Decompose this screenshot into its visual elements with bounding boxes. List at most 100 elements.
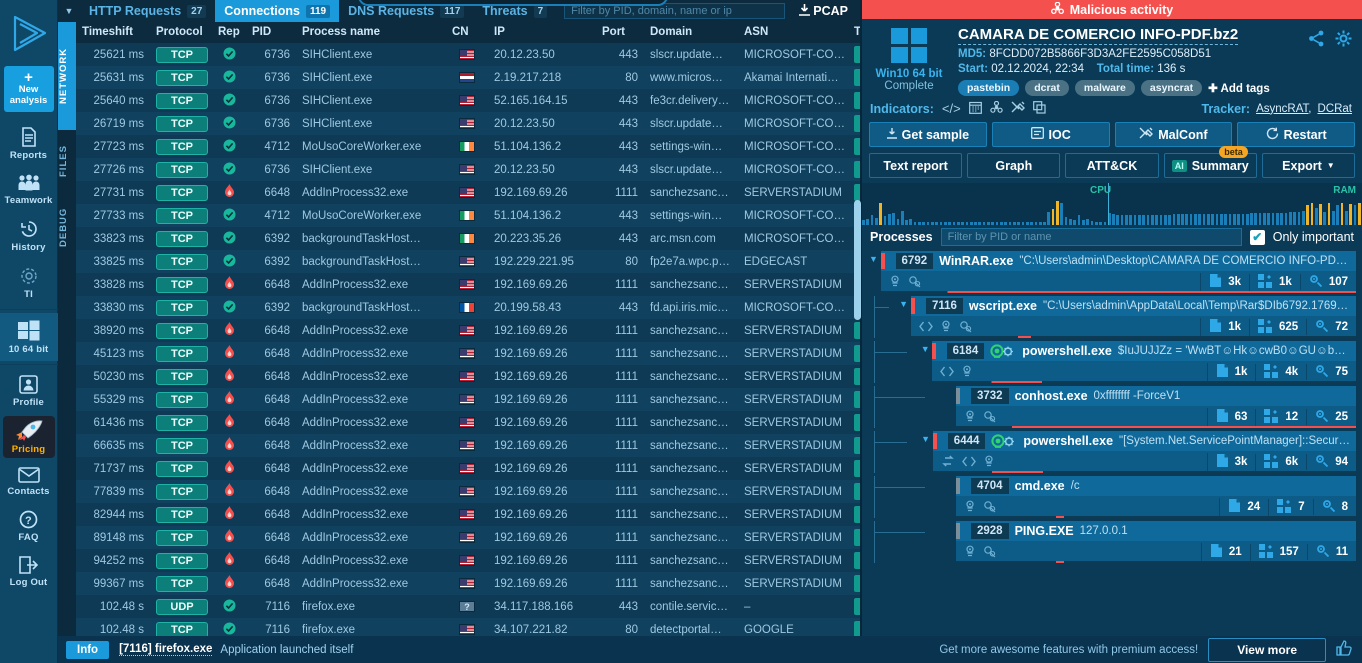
restart-button[interactable]: Restart (1237, 122, 1355, 147)
tag-pastebin[interactable]: pastebin (958, 80, 1020, 96)
process-header[interactable]: 4704 cmd.exe/c (956, 476, 1356, 496)
table-row[interactable]: 45123 ms TCP 6648 AddInProcess32.exe 192.169… (76, 342, 860, 365)
status-process-link[interactable]: [7116] firefox.exe (119, 643, 213, 656)
info-badge[interactable]: Info (66, 640, 110, 659)
code-icon[interactable]: </> (942, 102, 961, 115)
modules-icon[interactable] (908, 275, 921, 290)
table-row[interactable]: 38920 ms TCP 6648 AddInProcess32.exe 192.169… (76, 319, 860, 342)
table-row[interactable]: 33830 ms TCP 6392 backgroundTaskHost… 20.199… (76, 296, 860, 319)
summary-button[interactable]: beta AI Summary (1163, 146, 1257, 178)
view-more-button[interactable]: View more (1208, 637, 1326, 662)
table-row[interactable]: 27733 ms TCP 4712 MoUsoCoreWorker.exe 51.104… (76, 204, 860, 227)
sidebar-item-reports[interactable]: Reports (0, 120, 58, 167)
sidetab-files[interactable]: FILES (58, 130, 76, 192)
graph-button[interactable]: Graph (967, 153, 1061, 178)
tag-dcrat[interactable]: dcrat (1025, 80, 1069, 96)
registry-icon[interactable] (961, 365, 973, 380)
process-header[interactable]: 6444 powershell.exe "[System.Net.ServicePo… (933, 431, 1356, 451)
process-node[interactable]: 4704 cmd.exe/c 24 7 8 (866, 476, 1356, 518)
process-header[interactable]: 6792 WinRAR.exe "C:\Users\admin\Desktop\CA… (880, 251, 1356, 271)
table-row[interactable]: 33828 ms TCP 6648 AddInProcess32.exe 192.169… (76, 273, 860, 296)
code-icon[interactable] (962, 456, 977, 469)
col-pid[interactable]: PID (246, 22, 296, 43)
modules-icon[interactable] (983, 545, 996, 560)
sidetab-network[interactable]: NETWORK (58, 22, 76, 130)
col-ip[interactable]: IP (488, 22, 596, 43)
col-port[interactable]: Port (596, 22, 644, 43)
sidebar-item-ti[interactable]: TI (0, 259, 58, 306)
table-row[interactable]: 89148 ms TCP 6648 AddInProcess32.exe 192.169… (76, 526, 860, 549)
attack-button[interactable]: ATT&CK (1065, 153, 1159, 178)
registry-icon[interactable] (964, 410, 976, 425)
export-button[interactable]: Export ▼ (1261, 153, 1356, 178)
processes-filter-input[interactable] (940, 228, 1242, 246)
registry-icon[interactable] (964, 500, 976, 515)
registry-icon[interactable] (964, 545, 976, 560)
expand-caret-icon[interactable]: ▼ (918, 341, 932, 383)
expand-caret-icon[interactable]: ▼ (866, 251, 881, 293)
table-row[interactable]: 55329 ms TCP 6648 AddInProcess32.exe 192.169… (76, 388, 860, 411)
table-row[interactable]: 82944 ms TCP 6648 AddInProcess32.exe 192.169… (76, 503, 860, 526)
sidebar-item-pricing[interactable]: Pricing (2, 416, 55, 458)
col-protocol[interactable]: Protocol (150, 22, 212, 43)
process-node[interactable]: 3732 conhost.exe 0xffffffff -ForceV1 63 12 25 (866, 386, 1356, 428)
process-node[interactable]: 2928 PING.EXE 127.0.0.1 21 157 11 (866, 521, 1356, 563)
tab-connections[interactable]: Connections 119 (215, 0, 340, 22)
sidebar-item-teamwork[interactable]: Teamwork (0, 167, 58, 212)
col-cn[interactable]: CN (446, 22, 488, 43)
code-icon[interactable] (940, 366, 955, 379)
table-row[interactable]: 99367 ms TCP 6648 AddInProcess32.exe 192.169… (76, 572, 860, 595)
table-row[interactable]: 27726 ms TCP 6736 SIHClient.exe 20.12.23.50 4… (76, 158, 860, 181)
tag-asyncrat[interactable]: asyncrat (1140, 80, 1203, 96)
table-row[interactable]: 66635 ms TCP 6648 AddInProcess32.exe 192.169… (76, 434, 860, 457)
sample-name[interactable]: CAMARA DE COMERCIO INFO-PDF.bz2 (958, 26, 1239, 45)
table-row[interactable]: 27731 ms TCP 6648 AddInProcess32.exe 192.169… (76, 181, 860, 204)
modules-icon[interactable] (983, 410, 996, 425)
table-row[interactable]: 25631 ms TCP 6736 SIHClient.exe 2.19.217.218… (76, 66, 860, 89)
table-row[interactable]: 61436 ms TCP 6648 AddInProcess32.exe 192.169… (76, 411, 860, 434)
table-row[interactable]: 25621 ms TCP 6736 SIHClient.exe 20.12.23.50 4… (76, 43, 860, 66)
chevron-down-icon[interactable]: ▼ (58, 0, 80, 22)
process-node[interactable]: ▼ 6792 WinRAR.exe "C:\Users\admin\Desktop\C… (866, 251, 1356, 293)
tab-http-requests[interactable]: HTTP Requests 27 (80, 0, 216, 22)
process-header[interactable]: 2928 PING.EXE 127.0.0.1 (956, 521, 1356, 541)
text-report-button[interactable]: Text report (869, 153, 963, 178)
get-sample-button[interactable]: Get sample (869, 122, 987, 147)
process-node[interactable]: ▼ 6184 powershell.exe $IuJUJJZz = 'WwBT☺Hk☺… (866, 341, 1356, 383)
expand-caret-icon[interactable]: ▼ (918, 431, 933, 473)
expand-caret-icon[interactable]: ▼ (896, 296, 911, 338)
process-header[interactable]: 7116 wscript.exe "C:\Users\admin\AppData\L… (911, 296, 1356, 316)
table-row[interactable]: 33823 ms TCP 6392 backgroundTaskHost… 20.223… (76, 227, 860, 250)
col-process-name[interactable]: Process name (296, 22, 446, 43)
pcap-download-button[interactable]: PCAP (793, 0, 860, 22)
col-domain[interactable]: Domain (644, 22, 738, 43)
registry-icon[interactable] (889, 275, 901, 290)
table-row[interactable]: 71737 ms TCP 6648 AddInProcess32.exe 192.169… (76, 457, 860, 480)
anyrun-logo-icon[interactable] (3, 8, 55, 60)
ioc-button[interactable]: IOC (991, 122, 1110, 147)
registry-icon[interactable] (940, 320, 952, 335)
network-icon[interactable] (941, 455, 955, 469)
sidebar-item-os[interactable]: 10 64 bit (0, 313, 58, 361)
table-row[interactable]: 94252 ms TCP 6648 AddInProcess32.exe 192.169… (76, 549, 860, 572)
sidebar-item-faq[interactable]: ? FAQ (0, 503, 58, 549)
sidebar-item-logout[interactable]: Log Out (0, 549, 58, 594)
table-row[interactable]: 77839 ms TCP 6648 AddInProcess32.exe 192.169… (76, 480, 860, 503)
col-traffic[interactable]: Traffic (848, 22, 860, 43)
new-analysis-button[interactable]: + New analysis (3, 66, 54, 112)
code-icon[interactable] (919, 321, 934, 334)
table-row[interactable]: 26719 ms TCP 6736 SIHClient.exe 20.12.23.50 4… (76, 112, 860, 135)
col-asn[interactable]: ASN (738, 22, 848, 43)
gear-icon[interactable] (1335, 30, 1352, 47)
table-row[interactable]: 27723 ms TCP 4712 MoUsoCoreWorker.exe 51.104… (76, 135, 860, 158)
table-row[interactable]: 102.48 s UDP 7116 firefox.exe? 34.117.188.16… (76, 595, 860, 618)
biohazard-icon[interactable] (990, 100, 1003, 116)
col-rep[interactable]: Rep (212, 22, 246, 43)
sidebar-item-profile[interactable]: Profile (0, 368, 58, 414)
modules-icon[interactable] (983, 500, 996, 515)
modules-icon[interactable] (959, 320, 972, 335)
tools-icon[interactable] (1011, 101, 1025, 116)
sidebar-item-contacts[interactable]: Contacts (0, 460, 58, 503)
registry-icon[interactable] (983, 455, 995, 470)
add-tags-button[interactable]: ✚ Add tags (1208, 81, 1270, 95)
